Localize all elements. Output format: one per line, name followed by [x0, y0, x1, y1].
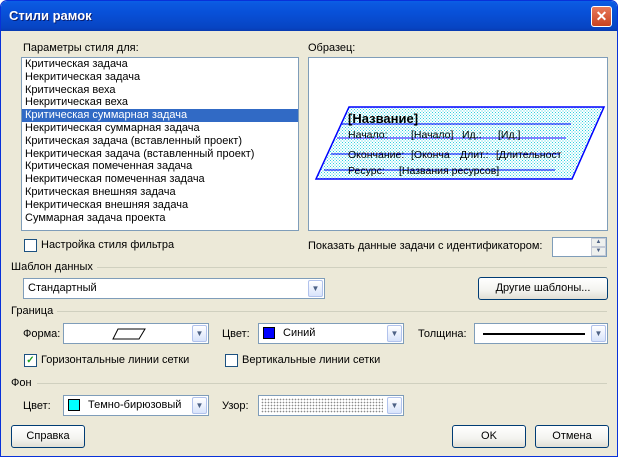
list-item[interactable]: Некритическая суммарная задача: [22, 122, 298, 135]
background-color-value: Темно-бирюзовый: [88, 399, 182, 411]
parallelogram-shape-icon: [112, 328, 146, 340]
list-item[interactable]: Некритическая помеченная задача: [22, 173, 298, 186]
thickness-line-icon: [483, 333, 585, 335]
data-template-value: Стандартный: [28, 282, 97, 294]
close-icon: ✕: [595, 8, 608, 24]
data-template-section-label: Шаблон данных: [11, 261, 93, 273]
preview-id-label: Ид.:: [462, 129, 482, 141]
horizontal-grid-label: Горизонтальные линии сетки: [41, 354, 190, 366]
border-color-swatch: [263, 327, 275, 339]
style-params-label: Параметры стиля для:: [23, 42, 139, 54]
vertical-grid-checkbox[interactable]: [225, 354, 238, 367]
preview-resource-label: Ресурс:: [348, 165, 385, 177]
shape-select[interactable]: ▼: [63, 323, 209, 344]
shape-label: Форма:: [23, 328, 61, 340]
chevron-down-icon[interactable]: ▼: [192, 397, 207, 414]
preview-duration-label: Длит.:: [460, 149, 489, 161]
task-id-spinner[interactable]: ▲ ▼: [552, 237, 607, 257]
list-item[interactable]: Некритическая веха: [22, 96, 298, 109]
show-task-data-label: Показать данные задачи с идентификатором…: [308, 240, 543, 252]
list-item[interactable]: Критическая веха: [22, 84, 298, 97]
background-divider: [37, 383, 607, 384]
preview-finish-value: [Оконча: [411, 149, 450, 161]
preview-start-label: Начало:: [348, 129, 388, 141]
list-item[interactable]: Суммарная задача проекта: [22, 212, 298, 225]
cancel-button[interactable]: Отмена: [535, 425, 609, 448]
pattern-select[interactable]: ▼: [258, 395, 404, 416]
style-params-list[interactable]: Критическая задача Некритическая задача Кр…: [21, 57, 299, 231]
preview-resource-value: [Названия ресурсов]: [399, 165, 500, 177]
preview-finish-label: Окончание:: [348, 149, 405, 161]
horizontal-grid-checkbox[interactable]: ✓: [24, 354, 37, 367]
chevron-down-icon[interactable]: ▼: [387, 325, 402, 342]
list-item[interactable]: Критическая задача (вставленный проект): [22, 135, 298, 148]
list-item[interactable]: Критическая внешняя задача: [22, 186, 298, 199]
data-template-divider: [97, 267, 607, 268]
background-section-label: Фон: [11, 377, 32, 389]
list-item[interactable]: Некритическая внешняя задача: [22, 199, 298, 212]
chevron-down-icon[interactable]: ▼: [192, 325, 207, 342]
background-color-label: Цвет:: [23, 400, 51, 412]
list-item[interactable]: Критическая суммарная задача: [22, 109, 298, 122]
chevron-down-icon[interactable]: ▼: [387, 397, 402, 414]
chevron-down-icon[interactable]: ▼: [308, 280, 323, 297]
background-color-swatch: [68, 399, 80, 411]
other-templates-button[interactable]: Другие шаблоны...: [478, 277, 608, 300]
preview-start-value: [Начало]: [411, 129, 454, 141]
filter-style-label: Настройка стиля фильтра: [41, 239, 175, 251]
filter-style-checkbox[interactable]: [24, 239, 37, 252]
preview-box-shape: [314, 106, 606, 180]
thickness-select[interactable]: ▼: [474, 323, 608, 344]
title-bar[interactable]: Стили рамок ✕: [1, 1, 617, 31]
window-title: Стили рамок: [9, 8, 92, 23]
close-button[interactable]: ✕: [591, 6, 612, 27]
list-item[interactable]: Критическая задача: [22, 58, 298, 71]
ok-button[interactable]: OK: [452, 425, 526, 448]
preview-label: Образец:: [308, 42, 356, 54]
help-button[interactable]: Справка: [11, 425, 85, 448]
spin-down-icon[interactable]: ▼: [591, 247, 606, 256]
preview-name: [Название]: [348, 111, 419, 126]
preview-id-value: [Ид.]: [498, 129, 521, 141]
data-template-select[interactable]: Стандартный ▼: [23, 278, 325, 299]
border-section-label: Граница: [11, 305, 54, 317]
preview-duration-value: [Длительност: [496, 149, 562, 161]
border-color-label: Цвет:: [222, 328, 250, 340]
pattern-swatch: [261, 398, 383, 413]
background-color-select[interactable]: Темно-бирюзовый ▼: [63, 395, 209, 416]
pattern-label: Узор:: [222, 400, 249, 412]
check-icon: ✓: [26, 355, 35, 366]
list-item[interactable]: Некритическая задача: [22, 71, 298, 84]
thickness-label: Толщина:: [418, 328, 467, 340]
border-divider: [57, 311, 607, 312]
list-item[interactable]: Критическая помеченная задача: [22, 160, 298, 173]
dialog-window: Стили рамок ✕ Параметры стиля для: Крити…: [0, 0, 618, 457]
spin-up-icon[interactable]: ▲: [591, 238, 606, 247]
list-item[interactable]: Некритическая задача (вставленный проект…: [22, 148, 298, 161]
preview-pane: [Название] Начало: [Начало] Ид.: [Ид.] О…: [308, 57, 608, 231]
chevron-down-icon[interactable]: ▼: [591, 325, 606, 342]
vertical-grid-label: Вертикальные линии сетки: [242, 354, 381, 366]
border-color-select[interactable]: Синий ▼: [258, 323, 404, 344]
border-color-value: Синий: [283, 327, 316, 339]
